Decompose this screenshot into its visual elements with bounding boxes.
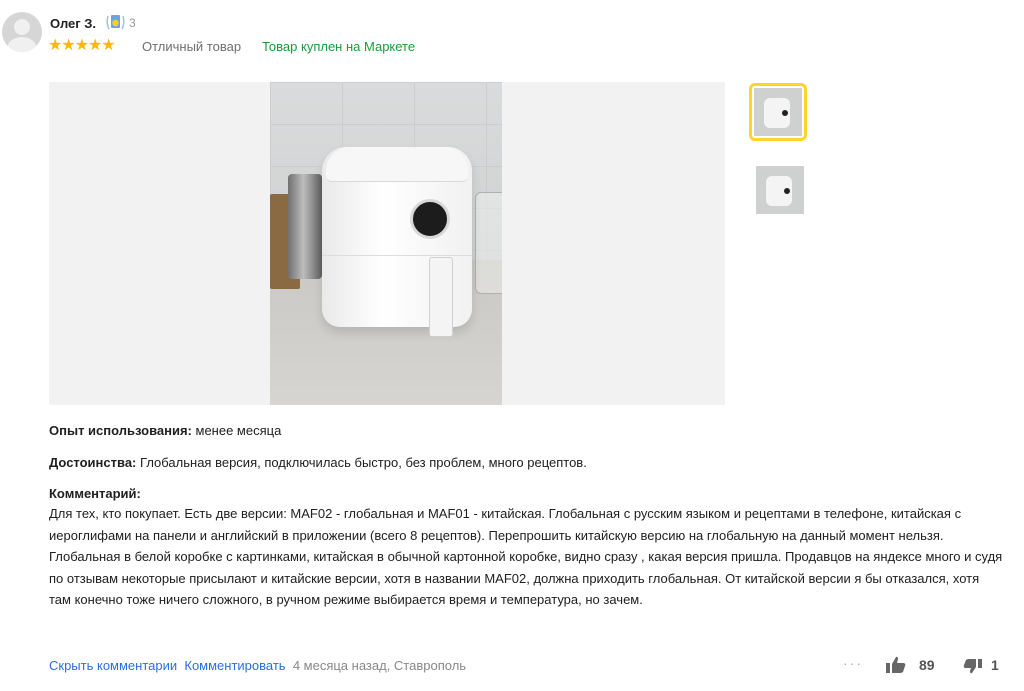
pros-value: Глобальная версия, подключилась быстро, … [140, 455, 587, 470]
comment-link[interactable]: Комментировать [184, 658, 285, 673]
comment-text: Для тех, кто покупает. Есть две версии: … [49, 506, 1003, 607]
author-name[interactable]: Олег З. [50, 16, 96, 31]
verdict: Отличный товар [142, 39, 242, 54]
dislike-count: 1 [991, 657, 999, 673]
review-footer: Скрыть комментарии Комментировать 4 меся… [49, 658, 466, 673]
bought-on-market-label: Товар куплен на Маркете [262, 39, 416, 54]
comment-label: Комментарий: [49, 486, 141, 501]
avatar[interactable] [2, 12, 42, 52]
photo-gallery[interactable] [49, 82, 725, 405]
thumbnail-1[interactable] [749, 83, 807, 141]
pros: Достоинства: Глобальная версия, подключи… [49, 455, 587, 470]
hide-comments-link[interactable]: Скрыть комментарии [49, 658, 177, 673]
main-photo[interactable] [270, 82, 502, 405]
review-meta: 4 месяца назад, Ставрополь [292, 658, 467, 673]
usage-value: менее месяца [195, 423, 282, 438]
like-count: 89 [919, 657, 935, 673]
badge-count: 3 [129, 16, 136, 30]
usage-experience: Опыт использования: менее месяца [49, 423, 281, 438]
pros-label: Достоинства: [49, 455, 137, 470]
rating-stars: ★★★★★ [48, 37, 116, 54]
medal-badge-icon[interactable] [106, 13, 125, 33]
thumbs-down-icon[interactable] [963, 658, 983, 679]
usage-label: Опыт использования: [49, 423, 192, 438]
thumbnail-2[interactable] [756, 166, 804, 214]
thumbs-up-icon[interactable] [885, 656, 907, 679]
more-options-icon[interactable]: ··· [843, 655, 863, 671]
